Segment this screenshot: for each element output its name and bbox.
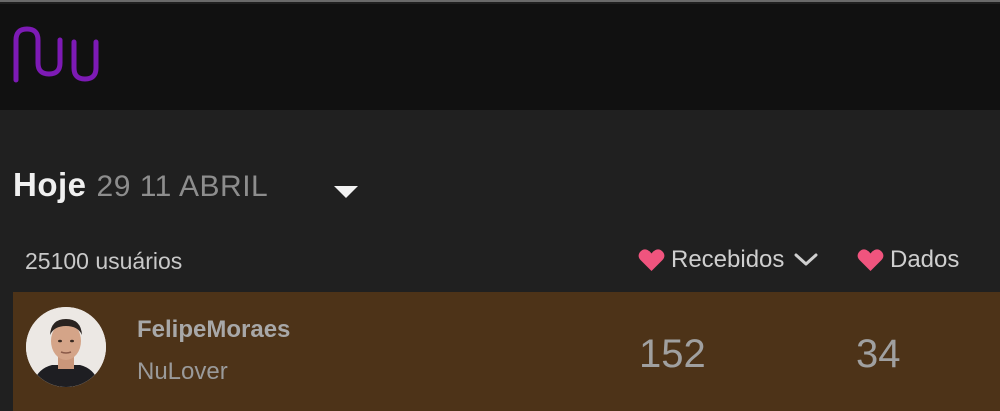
app-window: Hoje 29 11 ABRIL 25100 usuários Recebido…	[0, 0, 1000, 411]
heart-icon	[638, 249, 665, 271]
heart-icon	[857, 249, 884, 271]
table-row[interactable]: FelipeMoraes NuLover 152 34	[13, 292, 1000, 411]
received-column-header[interactable]: Recebidos	[638, 244, 818, 276]
ranking-header: 25100 usuários Recebidos Dados	[0, 238, 1000, 282]
received-count: 152	[639, 332, 706, 376]
given-column-header[interactable]: Dados	[857, 244, 959, 276]
date-selector[interactable]: Hoje 29 11 ABRIL	[13, 166, 268, 210]
chevron-down-icon[interactable]	[794, 253, 818, 267]
nubank-logo[interactable]	[10, 20, 106, 86]
date-label: 29 11 ABRIL	[96, 170, 269, 203]
user-name[interactable]: FelipeMoraes	[137, 316, 290, 344]
given-count: 34	[856, 332, 901, 376]
user-badge: NuLover	[137, 358, 228, 385]
avatar[interactable]	[26, 307, 106, 387]
today-label: Hoje	[13, 166, 87, 203]
received-label: Recebidos	[671, 246, 785, 273]
users-count: 25100 usuários	[25, 248, 183, 274]
caret-down-icon[interactable]	[333, 185, 359, 199]
top-bar	[0, 4, 1000, 110]
given-label: Dados	[890, 246, 960, 273]
